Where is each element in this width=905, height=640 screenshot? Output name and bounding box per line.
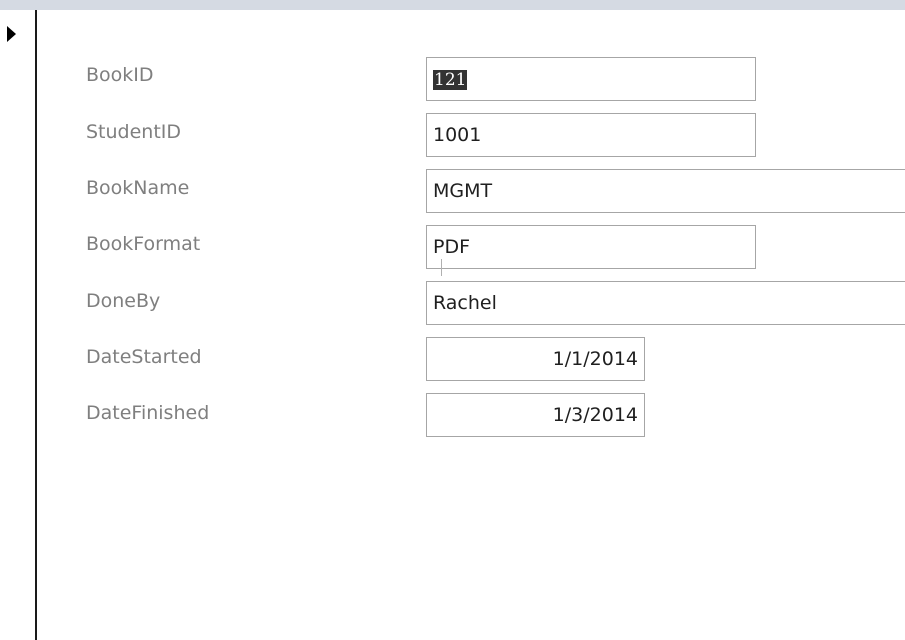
text-cursor	[441, 259, 442, 276]
label-doneby: DoneBy	[86, 290, 161, 312]
label-datefinished: DateFinished	[86, 402, 210, 424]
bookid-value: 121	[433, 70, 468, 90]
record-selector[interactable]	[0, 10, 37, 640]
form-detail-section: BookID 121 StudentID 1001 BookName MGMT …	[39, 10, 905, 640]
bookname-field[interactable]: MGMT	[426, 169, 905, 213]
label-datestarted: DateStarted	[86, 346, 202, 368]
datestarted-field[interactable]: 1/1/2014	[426, 337, 645, 381]
label-bookid: BookID	[86, 64, 154, 86]
record-pointer-icon	[7, 26, 16, 42]
label-studentid: StudentID	[86, 121, 182, 143]
datefinished-field[interactable]: 1/3/2014	[426, 393, 645, 437]
studentid-field[interactable]: 1001	[426, 113, 756, 157]
doneby-field[interactable]: Rachel	[426, 281, 905, 325]
label-bookformat: BookFormat	[86, 233, 201, 255]
form-header-bar	[0, 0, 905, 10]
label-bookname: BookName	[86, 177, 190, 199]
bookformat-field[interactable]: PDF	[426, 225, 756, 269]
bookid-field[interactable]: 121	[426, 57, 756, 101]
